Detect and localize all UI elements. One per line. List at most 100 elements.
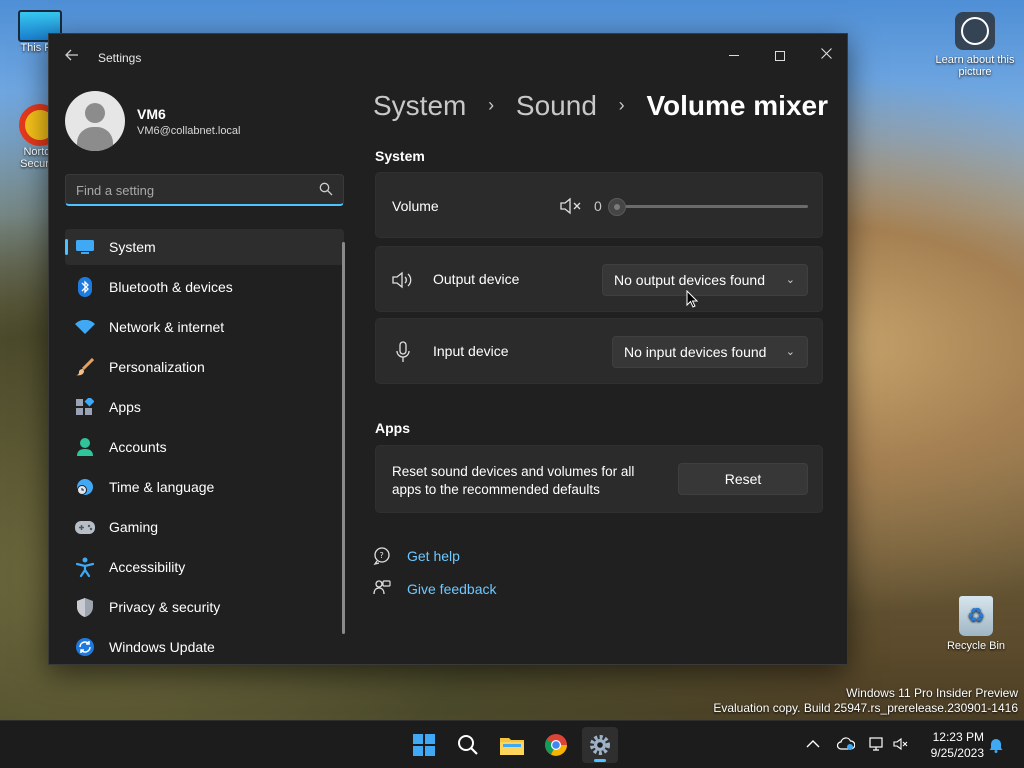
sidebar-item-accounts[interactable]: Accounts [65, 429, 344, 465]
close-icon [820, 48, 832, 59]
reset-button[interactable]: Reset [678, 463, 808, 495]
speaker-icon [392, 271, 412, 289]
sidebar-item-label: Apps [109, 399, 141, 415]
svg-text:?: ? [380, 551, 384, 560]
sidebar-item-network[interactable]: Network & internet [65, 309, 344, 345]
search-input[interactable] [66, 175, 306, 205]
search-icon[interactable] [319, 182, 333, 196]
notification-bell-icon[interactable] [988, 737, 1004, 753]
settings-taskbar-button[interactable] [582, 727, 618, 763]
accessibility-icon [75, 557, 95, 577]
start-button[interactable] [406, 727, 442, 763]
give-feedback-label: Give feedback [407, 581, 497, 597]
clock-date: 9/25/2023 [930, 746, 984, 760]
back-arrow-icon [65, 49, 78, 61]
chrome-button[interactable] [538, 727, 574, 763]
minimize-button[interactable] [711, 40, 757, 70]
chevron-right-icon: › [488, 95, 495, 115]
volume-slider-track[interactable] [616, 205, 808, 208]
clock-time: 12:23 PM [932, 730, 984, 744]
section-heading-apps: Apps [375, 420, 410, 436]
sidebar-item-time-language[interactable]: Time & language [65, 469, 344, 505]
settings-window: Settings VM6 VM6@collabnet.local System … [48, 33, 848, 665]
speaker-muted-icon[interactable] [560, 197, 582, 215]
sidebar-item-system[interactable]: System [65, 229, 344, 265]
input-device-label: Input device [433, 343, 509, 359]
update-icon [75, 637, 95, 657]
get-help-label: Get help [407, 548, 460, 564]
output-device-label: Output device [433, 271, 520, 287]
get-help-link[interactable]: ? Get help [373, 545, 460, 567]
volume-slider[interactable] [608, 196, 808, 216]
volume-slider-thumb[interactable] [608, 198, 626, 216]
file-explorer-icon [500, 738, 524, 755]
maximize-icon [775, 50, 785, 61]
breadcrumb-item-system[interactable]: System [373, 90, 466, 121]
desktop-icon-label: Learn about this picture [935, 54, 1015, 78]
desktop-icon-label: Recycle Bin [946, 640, 1006, 652]
search-box[interactable] [65, 174, 344, 206]
chrome-icon [545, 734, 567, 756]
sidebar-item-label: Network & internet [109, 319, 225, 335]
help-chat-icon: ? [373, 547, 390, 565]
output-device-dropdown[interactable]: No output devices found ⌄ [602, 264, 808, 296]
watermark-line-2: Evaluation copy. Build 25947.rs_prerelea… [713, 701, 1018, 715]
breadcrumb-item-sound[interactable]: Sound [516, 90, 597, 121]
reset-card: Reset sound devices and volumes for all … [375, 445, 823, 513]
taskbar: 12:23 PM 9/25/2023 [0, 720, 1024, 768]
give-feedback-link[interactable]: Give feedback [373, 578, 497, 600]
desktop-icon-recycle-bin[interactable]: ♻ Recycle Bin [940, 596, 1012, 652]
cloud-icon[interactable] [836, 737, 856, 753]
feedback-icon [373, 580, 391, 595]
sidebar-item-windows-update[interactable]: Windows Update [65, 629, 344, 664]
chevron-down-icon: ⌄ [785, 274, 795, 286]
back-button[interactable] [61, 48, 83, 68]
sidebar-item-bluetooth[interactable]: Bluetooth & devices [65, 269, 344, 305]
input-device-card: Input device No input devices found ⌄ [375, 318, 823, 384]
sidebar-item-label: Gaming [109, 519, 159, 535]
volume-label: Volume [392, 198, 439, 214]
apps-icon [75, 397, 95, 417]
sidebar-item-label: Time & language [109, 479, 215, 495]
search-icon [458, 735, 478, 755]
title-bar[interactable]: Settings [49, 34, 847, 82]
brush-icon [75, 357, 95, 377]
maximize-button[interactable] [757, 40, 803, 70]
network-icon[interactable] [869, 737, 885, 753]
close-button[interactable] [803, 40, 847, 70]
volume-card: Volume 0 [375, 172, 823, 238]
breadcrumb: System › Sound › Volume mixer [373, 90, 828, 122]
gamepad-icon [75, 517, 95, 537]
sidebar-scrollbar[interactable] [342, 242, 345, 634]
shield-icon [75, 597, 95, 617]
section-heading-system: System [375, 148, 425, 164]
sidebar-item-accessibility[interactable]: Accessibility [65, 549, 344, 585]
user-name: VM6 [137, 106, 166, 122]
os-watermark: Windows 11 Pro Insider Preview Evaluatio… [713, 686, 1018, 716]
reset-description: Reset sound devices and volumes for all … [392, 464, 635, 497]
volume-muted-icon[interactable] [893, 737, 909, 753]
taskbar-search-button[interactable] [450, 727, 486, 763]
chevron-up-icon[interactable] [805, 737, 821, 753]
watermark-line-1: Windows 11 Pro Insider Preview [846, 686, 1018, 700]
mouse-cursor-icon [686, 290, 698, 308]
sidebar-item-personalization[interactable]: Personalization [65, 349, 344, 385]
sidebar-item-label: Accessibility [109, 559, 186, 575]
sidebar-item-label: Accounts [109, 439, 167, 455]
taskbar-clock[interactable]: 12:23 PM 9/25/2023 [920, 729, 984, 761]
system-icon [75, 237, 95, 257]
page-title: Volume mixer [646, 90, 829, 121]
sidebar-item-gaming[interactable]: Gaming [65, 509, 344, 545]
microphone-icon [396, 341, 410, 362]
sidebar-item-privacy[interactable]: Privacy & security [65, 589, 344, 625]
file-explorer-button[interactable] [494, 727, 530, 763]
windows-start-icon [413, 734, 435, 756]
input-device-dropdown[interactable]: No input devices found ⌄ [612, 336, 808, 368]
sidebar-item-label: Personalization [109, 359, 205, 375]
sidebar-item-label: System [109, 239, 156, 255]
avatar[interactable] [65, 91, 125, 151]
settings-gear-icon [590, 735, 610, 755]
input-device-selected: No input devices found [624, 344, 767, 360]
desktop-icon-learn-about-picture[interactable]: Learn about this picture [934, 12, 1016, 78]
sidebar-item-apps[interactable]: Apps [65, 389, 344, 425]
